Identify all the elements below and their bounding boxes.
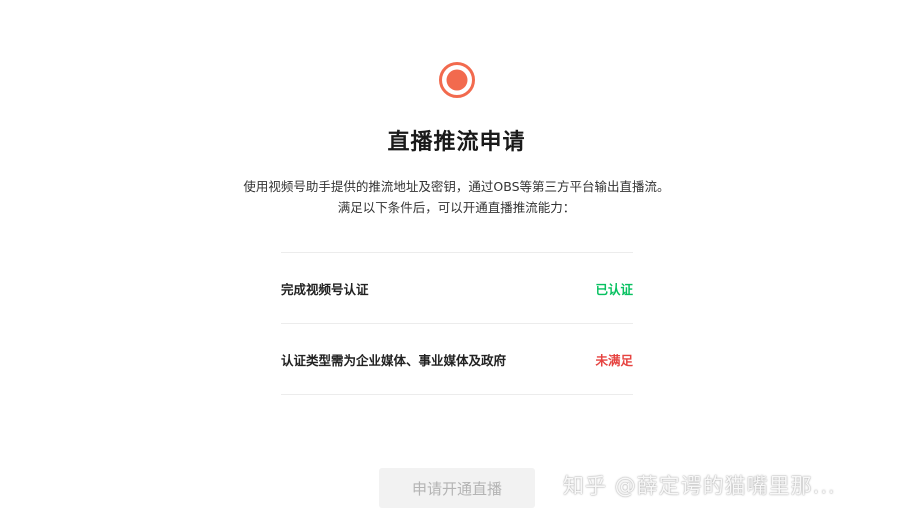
live-push-apply-page: 直播推流申请 使用视频号助手提供的推流地址及密钥，通过OBS等第三方平台输出直播… — [0, 0, 905, 521]
description-line-1: 使用视频号助手提供的推流地址及密钥，通过OBS等第三方平台输出直播流。 — [243, 179, 670, 194]
requirement-status-badge: 已认证 — [595, 281, 633, 297]
live-record-icon-dot — [446, 69, 468, 91]
requirement-status-badge: 未满足 — [595, 352, 633, 368]
live-record-icon — [439, 62, 475, 98]
requirement-row-verification: 完成视频号认证 已认证 — [281, 252, 633, 323]
requirements-list: 完成视频号认证 已认证 认证类型需为企业媒体、事业媒体及政府 未满足 — [281, 252, 633, 395]
requirement-label: 完成视频号认证 — [281, 281, 369, 297]
requirement-label: 认证类型需为企业媒体、事业媒体及政府 — [281, 352, 507, 368]
page-title: 直播推流申请 — [387, 130, 526, 155]
requirement-row-account-type: 认证类型需为企业媒体、事业媒体及政府 未满足 — [281, 323, 633, 395]
watermark-text: 知乎 @薛定谔的猫嘴里那... — [563, 474, 836, 498]
description-line-2: 满足以下条件后，可以开通直播推流能力： — [337, 200, 576, 215]
apply-live-button[interactable]: 申请开通直播 — [379, 468, 535, 508]
